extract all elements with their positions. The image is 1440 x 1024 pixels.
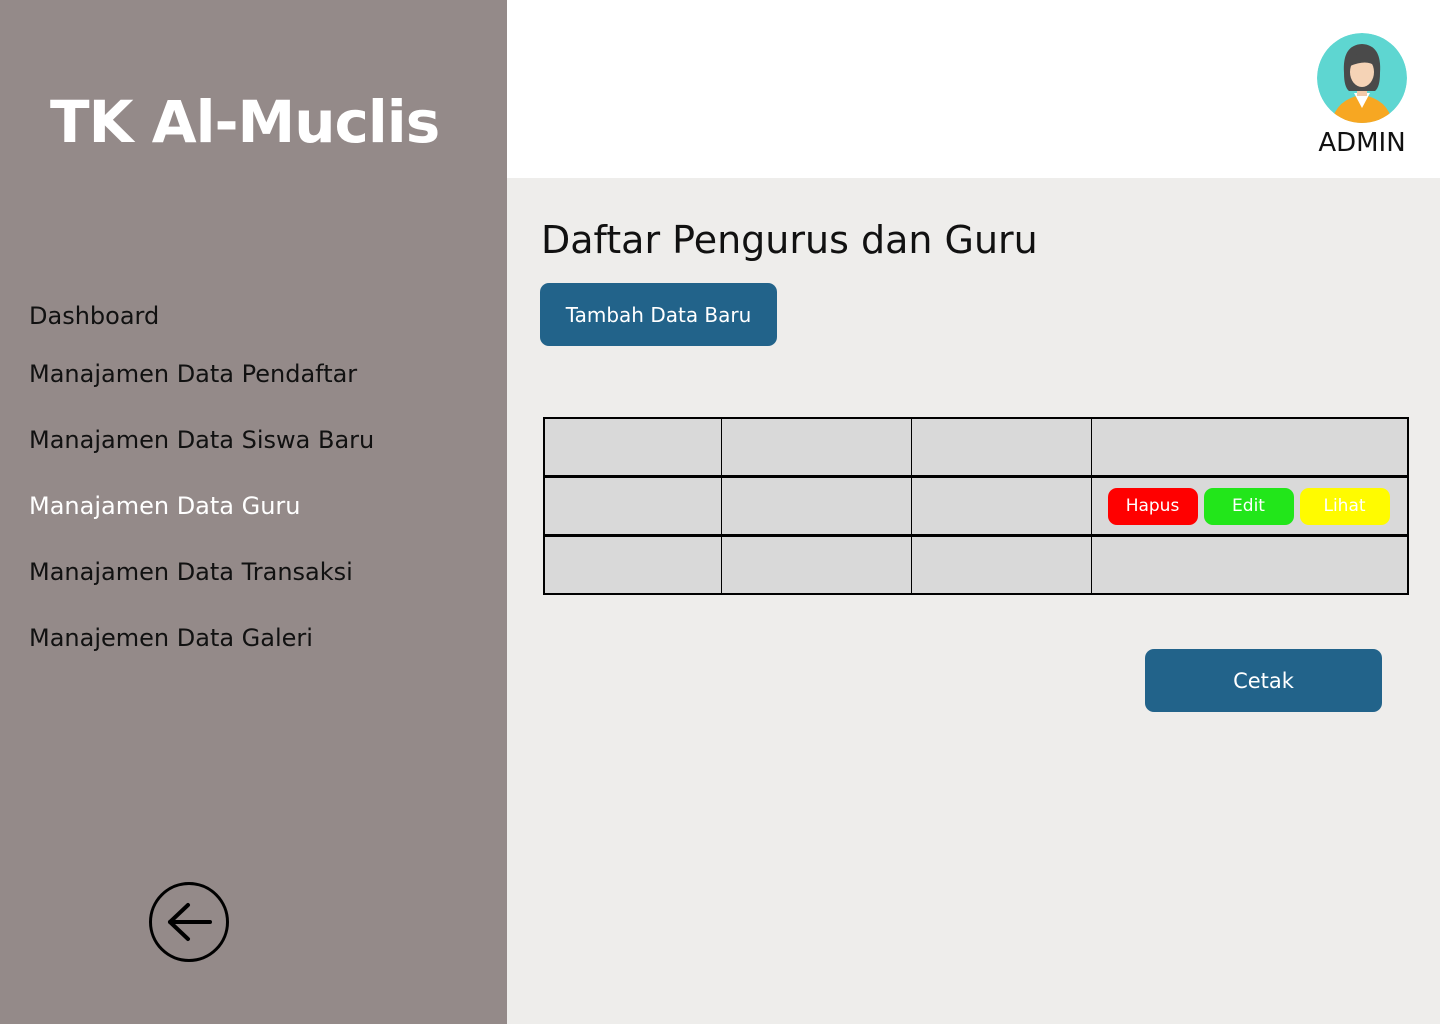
arrow-left-circle-icon (168, 903, 212, 941)
female-user-avatar-icon (1317, 33, 1407, 123)
table-row: Hapus Edit Lihat (543, 476, 1409, 537)
table-cell (910, 417, 1092, 478)
table-cell (910, 476, 1092, 537)
teacher-table: Hapus Edit Lihat (543, 417, 1409, 595)
table-cell (910, 535, 1092, 595)
table-actions-cell: Hapus Edit Lihat (1090, 476, 1409, 537)
table-cell (543, 417, 722, 478)
print-button[interactable]: Cetak (1145, 649, 1382, 712)
table-header-row (543, 417, 1409, 478)
sidebar-item-guru[interactable]: Manajamen Data Guru (29, 492, 301, 520)
delete-button[interactable]: Hapus (1107, 487, 1198, 525)
table-cell (720, 535, 912, 595)
sidebar-item-galeri[interactable]: Manajemen Data Galeri (29, 624, 313, 652)
table-cell (720, 476, 912, 537)
table-cell (1090, 535, 1409, 595)
sidebar-item-dashboard[interactable]: Dashboard (29, 302, 159, 330)
user-role-label: ADMIN (1318, 128, 1406, 158)
table-cell (543, 476, 722, 537)
sidebar-item-transaksi[interactable]: Manajamen Data Transaksi (29, 558, 353, 586)
brand-title: TK Al-Muclis (50, 88, 440, 156)
table-cell (543, 535, 722, 595)
sidebar: TK Al-Muclis Dashboard Manajamen Data Pe… (0, 0, 507, 1024)
page-title: Daftar Pengurus dan Guru (541, 218, 1038, 262)
table-row (543, 535, 1409, 595)
back-button[interactable] (149, 882, 229, 962)
sidebar-item-pendaftar[interactable]: Manajamen Data Pendaftar (29, 360, 357, 388)
add-data-button[interactable]: Tambah Data Baru (540, 283, 777, 346)
user-avatar[interactable] (1317, 33, 1407, 123)
top-header: ADMIN (507, 0, 1440, 178)
sidebar-item-siswa-baru[interactable]: Manajamen Data Siswa Baru (29, 426, 374, 454)
row-actions: Hapus Edit Lihat (1092, 487, 1408, 525)
view-button[interactable]: Lihat (1299, 487, 1390, 525)
edit-button[interactable]: Edit (1203, 487, 1294, 525)
table-cell (1090, 417, 1409, 478)
table-cell (720, 417, 912, 478)
